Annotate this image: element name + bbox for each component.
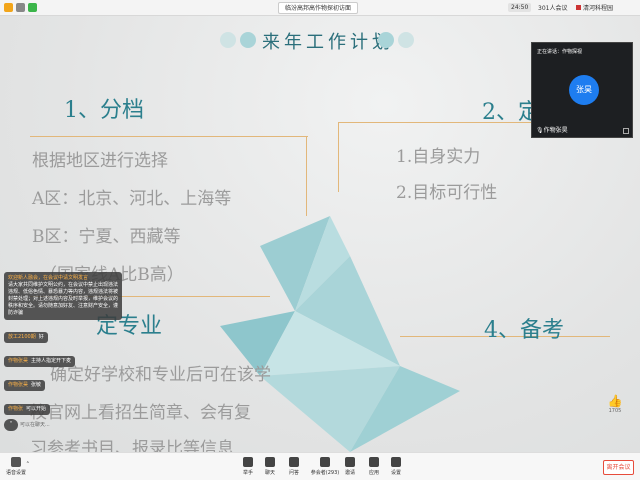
record-icon <box>369 457 379 467</box>
settings-button[interactable]: 设置 <box>384 457 408 476</box>
speaker-video-tile[interactable]: 正在讲话：作物探视 张昊 🎙作物张昊 <box>531 42 633 138</box>
chat-message: 作物张昊 张敏 <box>4 380 46 391</box>
shield-icon[interactable] <box>4 3 13 12</box>
title-dots-right <box>378 30 438 50</box>
divider-line <box>306 136 307 216</box>
settings-icon <box>391 457 401 467</box>
speaker-indicator[interactable]: 清河科程园 <box>576 3 613 12</box>
qa-icon <box>289 457 299 467</box>
chat-button[interactable]: 聊天 <box>258 457 282 476</box>
chat-icon <box>265 457 275 467</box>
signal-icon[interactable] <box>28 3 37 12</box>
section-heading-4: 4、备考 <box>484 318 564 343</box>
speaking-label: 正在讲话：作物探视 <box>537 49 583 55</box>
chat-message: 作物张昊 主持人指定开下麦 <box>4 356 76 367</box>
meeting-timer: 24:50 <box>508 3 532 12</box>
chat-message: 放工2100期好 <box>4 332 48 343</box>
info-icon[interactable] <box>16 3 25 12</box>
chat-announcement: 欢迎新人融会，在会议中请文明发言 请大家共同维护文明公约，在会议中禁止出现违法违… <box>4 272 122 320</box>
qa-button[interactable]: 问答 <box>282 457 306 476</box>
meeting-toolbar: 语音设置 ˄ 举手 聊天 问答 参会者(293) 邀请 应用 设置 离开会议 <box>0 452 640 480</box>
chevron-up-icon[interactable]: ˄ <box>26 461 30 469</box>
members-icon <box>320 457 330 467</box>
divider-line <box>338 122 339 192</box>
raise-hand-button[interactable]: 举手 <box>236 457 260 476</box>
slide-title: 来年工作计划 <box>262 32 394 53</box>
chevron-up-icon[interactable]: ˄ <box>4 419 18 431</box>
section-2-line: 2.目标可行性 <box>396 183 498 203</box>
avatar: 张昊 <box>569 75 599 105</box>
section-heading-1: 1、分档 <box>64 98 144 123</box>
expand-icon[interactable] <box>623 128 629 134</box>
participants-button[interactable]: 参会者(293) <box>310 457 340 476</box>
meeting-title[interactable]: 临汾高邦高作物探初访面 <box>278 2 359 14</box>
chat-hint: 可以在聊天... <box>20 422 50 428</box>
apps-button[interactable]: 应用 <box>362 457 386 476</box>
announcement-text: 请大家共同维护文明公约，在会议中禁止出现违法违规、低俗色情、暴恐暴力等内容，违规… <box>8 282 119 316</box>
hand-icon <box>243 457 253 467</box>
mic-icon: 🎙 <box>536 127 544 134</box>
section-1-line: 根据地区进行选择 <box>32 151 168 171</box>
meeting-topbar: 临汾高邦高作物探初访面 24:50 301人会议 清河科程园 <box>0 0 640 16</box>
section-1-line: B区：宁夏、西藏等 <box>32 227 181 247</box>
like-count: 1705 <box>608 408 622 414</box>
thumbs-up-icon: 👍 <box>607 394 623 408</box>
invite-button[interactable]: 邀请 <box>338 457 362 476</box>
speaker-icon <box>11 457 21 467</box>
participant-count[interactable]: 301人会议 <box>538 3 567 12</box>
video-participant-name: 🎙作物张昊 <box>536 127 568 134</box>
section-2-line: 1.自身实力 <box>396 147 481 167</box>
like-button[interactable]: 👍 1705 <box>604 394 626 414</box>
section-1-line: A区：北京、河北、上海等 <box>32 189 232 209</box>
invite-icon <box>345 457 355 467</box>
chat-overlay: 欢迎新人融会，在会议中请文明发言 请大家共同维护文明公约，在会议中禁止出现违法违… <box>4 272 122 431</box>
audio-settings-button[interactable]: 语音设置 <box>6 457 26 476</box>
section-3-line: 习参考书目、报录比等信息 <box>30 439 234 452</box>
chat-message: 作物张 可以开始 <box>4 404 51 415</box>
divider-line <box>30 136 308 137</box>
leave-meeting-button[interactable]: 离开会议 <box>603 460 634 475</box>
announcement-title: 欢迎新人融会，在会议中请文明发言 <box>8 275 89 281</box>
